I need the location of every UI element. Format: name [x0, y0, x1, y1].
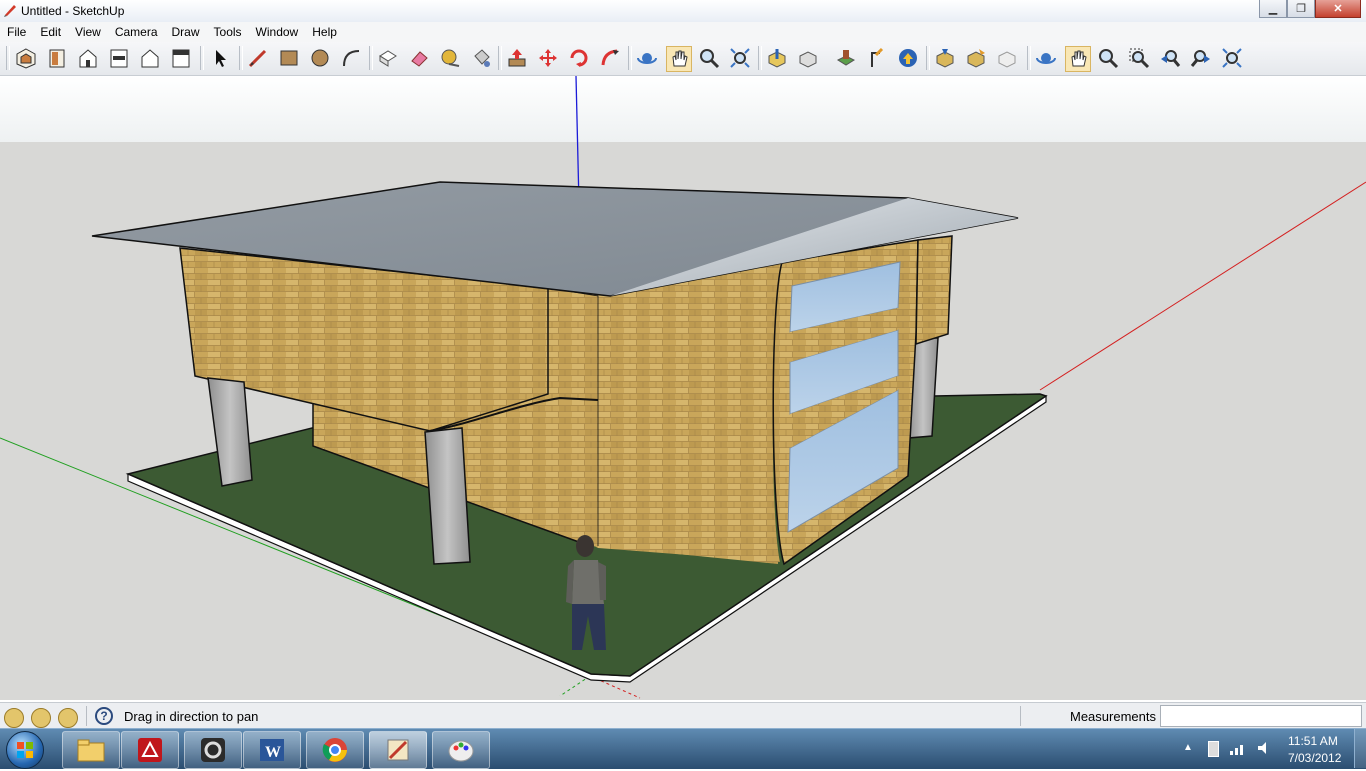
- credits-icon[interactable]: [31, 708, 51, 728]
- menu-window[interactable]: Window: [249, 25, 306, 39]
- line-icon[interactable]: [246, 46, 270, 70]
- clock-date[interactable]: 7/03/2012: [1288, 751, 1341, 765]
- menu-tools[interactable]: Tools: [207, 25, 249, 39]
- status-divider: [86, 706, 87, 726]
- paint-icon[interactable]: [432, 731, 490, 769]
- zoom-extents-icon[interactable]: [728, 46, 752, 70]
- rectangle-icon[interactable]: [277, 46, 301, 70]
- chrome-icon[interactable]: [306, 731, 364, 769]
- get-models-icon[interactable]: [765, 46, 789, 70]
- orbit-2-icon[interactable]: [1034, 46, 1058, 70]
- tape-measure-icon[interactable]: [438, 46, 462, 70]
- scene-canvas[interactable]: [0, 76, 1366, 700]
- eraser-icon[interactable]: [407, 46, 431, 70]
- rotate-icon[interactable]: [567, 46, 591, 70]
- iso-view-icon[interactable]: [14, 46, 38, 70]
- zoom-icon[interactable]: [697, 46, 721, 70]
- user-icon[interactable]: [58, 708, 78, 728]
- select-icon[interactable]: [208, 46, 232, 70]
- measurements-input[interactable]: [1160, 705, 1362, 727]
- close-button[interactable]: ✕: [1315, 0, 1361, 18]
- zoom-2-icon[interactable]: [1096, 46, 1120, 70]
- measurements-label: Measurements: [1070, 709, 1156, 724]
- sketchup-icon[interactable]: [369, 731, 427, 769]
- svg-text:W: W: [265, 744, 281, 761]
- windows-logo-icon: [17, 742, 33, 758]
- circle-icon[interactable]: [308, 46, 332, 70]
- pan-icon[interactable]: [666, 46, 692, 72]
- toolbar-separator: [6, 46, 10, 70]
- photo-textures-icon[interactable]: [964, 46, 988, 70]
- restore-button[interactable]: ❐: [1287, 0, 1315, 18]
- menu-camera[interactable]: Camera: [108, 25, 165, 39]
- zoom-extents-2-icon[interactable]: [1220, 46, 1244, 70]
- toolbar-separator: [758, 46, 762, 70]
- paint-bucket-icon[interactable]: [469, 46, 493, 70]
- window-title: Untitled - SketchUp: [21, 4, 125, 18]
- orbit-icon[interactable]: [635, 46, 659, 70]
- right-view-icon[interactable]: [107, 46, 131, 70]
- sketchup-layout-icon[interactable]: [184, 731, 242, 769]
- toggle-terrain-icon[interactable]: [995, 46, 1019, 70]
- status-divider: [1020, 706, 1021, 726]
- preview-earth-icon[interactable]: [865, 46, 889, 70]
- move-icon[interactable]: [536, 46, 560, 70]
- window-controls: ▁ ❐ ✕: [1259, 0, 1361, 18]
- clock-time[interactable]: 11:51 AM: [1288, 734, 1338, 748]
- menu-file[interactable]: File: [0, 25, 33, 39]
- menu-bar: File Edit View Camera Draw Tools Window …: [0, 22, 1366, 43]
- geo-location-icon[interactable]: [4, 708, 24, 728]
- menu-view[interactable]: View: [68, 25, 108, 39]
- toolbar-separator: [1027, 46, 1031, 70]
- add-location-icon[interactable]: [896, 46, 920, 70]
- make-component-icon[interactable]: [376, 46, 400, 70]
- sky: [0, 76, 1366, 142]
- minimize-button[interactable]: ▁: [1259, 0, 1287, 18]
- toolbar-separator: [628, 46, 632, 70]
- sketchup-app-icon[interactable]: [3, 3, 17, 17]
- share-model-icon[interactable]: [796, 46, 820, 70]
- title-bar: Untitled - SketchUp ▁ ❐ ✕: [0, 0, 1366, 23]
- status-bar: ? Drag in direction to pan Measurements: [0, 702, 1366, 729]
- volume-icon[interactable]: [1256, 740, 1272, 756]
- back-view-icon[interactable]: [138, 46, 162, 70]
- explorer-icon[interactable]: [62, 731, 120, 769]
- battery-icon[interactable]: [1208, 741, 1219, 757]
- arc-icon[interactable]: [339, 46, 363, 70]
- side-wall-end: [915, 235, 953, 346]
- place-model-icon[interactable]: [834, 46, 858, 70]
- model-viewport[interactable]: [0, 76, 1366, 700]
- acrobat-icon[interactable]: [121, 731, 179, 769]
- top-view-icon[interactable]: [45, 46, 69, 70]
- toolbar-separator: [239, 46, 243, 70]
- follow-me-icon[interactable]: [598, 46, 622, 70]
- toolbar-separator: [926, 46, 930, 70]
- push-pull-icon[interactable]: [505, 46, 529, 70]
- menu-help[interactable]: Help: [305, 25, 344, 39]
- toolbar-separator: [200, 46, 204, 70]
- previous-view-icon[interactable]: [1158, 46, 1182, 70]
- get-photo-icon[interactable]: [933, 46, 957, 70]
- front-view-icon[interactable]: [76, 46, 100, 70]
- pan-2-icon[interactable]: [1065, 46, 1091, 72]
- show-desktop-button[interactable]: [1354, 729, 1366, 768]
- show-hidden-icons-icon[interactable]: ▲: [1183, 742, 1193, 753]
- word-icon[interactable]: W: [243, 731, 301, 769]
- start-button[interactable]: [6, 731, 44, 769]
- network-icon[interactable]: [1229, 740, 1247, 756]
- help-icon[interactable]: ?: [95, 707, 113, 725]
- left-view-icon[interactable]: [169, 46, 193, 70]
- next-view-icon[interactable]: [1189, 46, 1213, 70]
- zoom-window-icon[interactable]: [1127, 46, 1151, 70]
- menu-edit[interactable]: Edit: [33, 25, 68, 39]
- toolbar-separator: [498, 46, 502, 70]
- menu-draw[interactable]: Draw: [165, 25, 207, 39]
- toolbar-separator: [369, 46, 373, 70]
- status-hint: Drag in direction to pan: [124, 709, 259, 724]
